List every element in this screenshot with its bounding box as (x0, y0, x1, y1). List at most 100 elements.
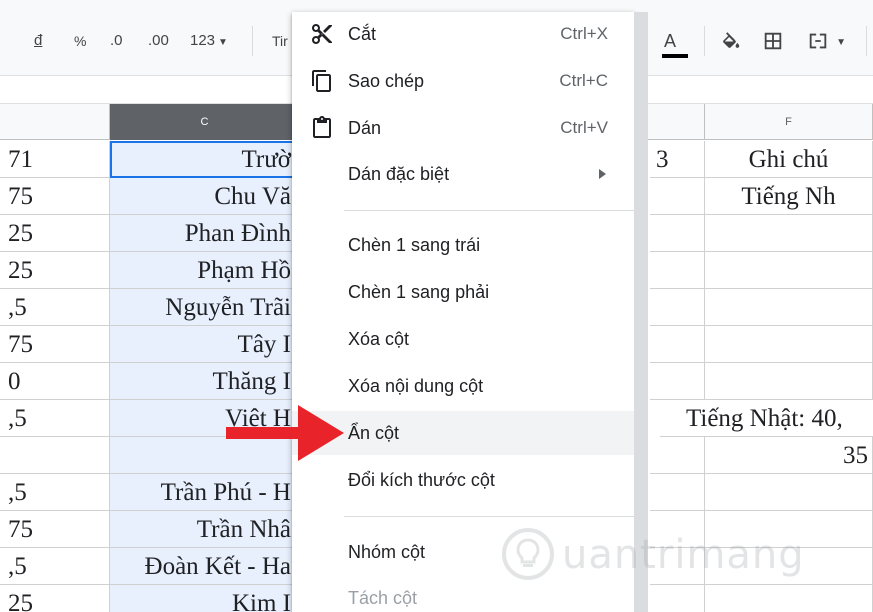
font-family-select[interactable]: Tir (272, 28, 288, 54)
menu-item-copy[interactable]: Sao chép Ctrl+C (292, 59, 634, 103)
menu-item-label: Chèn 1 sang phải (348, 282, 490, 302)
cell-f[interactable]: Tiếng Nh (705, 178, 873, 215)
cell-c[interactable]: Chu Vă (110, 178, 300, 215)
menu-item-delete-column[interactable]: Xóa cột (292, 317, 634, 361)
chevron-down-icon: ▼ (218, 37, 228, 48)
more-formats-label: 123 (190, 32, 216, 49)
toolbar-divider (704, 26, 705, 56)
cell-c[interactable]: Đoàn Kết - Ha (110, 548, 300, 585)
cell-b[interactable]: 25 (0, 252, 110, 289)
merge-cells-icon (809, 33, 827, 49)
menu-item-label: Xóa cột (348, 329, 410, 349)
menu-divider (344, 516, 634, 517)
cell-e[interactable]: 3 (650, 141, 705, 178)
cell-b[interactable]: 71 (0, 141, 110, 178)
cell-c[interactable]: Thăng I (110, 363, 300, 400)
cell-e[interactable] (650, 326, 705, 363)
more-formats-button[interactable]: 123 ▼ (190, 28, 228, 54)
paint-bucket-icon (723, 32, 740, 48)
cell-b[interactable]: 25 (0, 585, 110, 612)
shortcut-label: Ctrl+V (560, 118, 608, 137)
decrease-decimal-button[interactable]: .0 (110, 28, 123, 54)
cell-e[interactable] (650, 363, 705, 400)
cell-c[interactable]: Nguyễn Trãi (110, 289, 300, 326)
shortcut-label: Ctrl+X (560, 24, 608, 43)
increase-decimal-button[interactable]: .00 (148, 28, 169, 54)
toolbar-divider (866, 26, 867, 56)
cell-b[interactable]: 75 (0, 326, 110, 363)
column-header-c[interactable]: C (110, 104, 300, 140)
cell-c[interactable]: Phạm Hồ (110, 252, 300, 289)
menu-item-cut[interactable]: Cắt Ctrl+X (292, 12, 634, 56)
menu-item-label: Cắt (348, 24, 377, 44)
watermark-text: uantrimang (562, 532, 805, 578)
cell-b[interactable]: 75 (0, 511, 110, 548)
cell-c[interactable]: Kim I (110, 585, 300, 612)
menu-item-label: Dán (348, 118, 382, 138)
menu-item-label: Dán đặc biệt (348, 164, 450, 184)
cell-b[interactable]: 75 (0, 178, 110, 215)
cell-e[interactable] (650, 215, 705, 252)
red-arrow-icon (226, 405, 344, 461)
cell-b[interactable]: ,5 (0, 289, 110, 326)
column-header-f[interactable]: F (705, 104, 873, 140)
menu-item-paste[interactable]: Dán Ctrl+V (292, 106, 634, 150)
cell-f[interactable]: Tiếng Nhật: 40, (660, 400, 873, 437)
menu-divider (344, 210, 634, 211)
column-header-e[interactable] (650, 104, 705, 140)
cell-e[interactable] (650, 252, 705, 289)
lightbulb-logo-icon (502, 528, 554, 580)
menu-item-label: Ẩn cột (348, 423, 400, 443)
menu-item-label: Sao chép (348, 71, 425, 91)
watermark: uantrimang (500, 520, 830, 590)
merge-cells-button[interactable]: ▼ (806, 28, 846, 54)
clipboard-icon (313, 116, 331, 138)
cell-b[interactable] (0, 437, 110, 474)
cell-c[interactable]: Phan Đình (110, 215, 300, 252)
cell-f[interactable] (705, 289, 873, 326)
cell-b[interactable]: ,5 (0, 400, 110, 437)
currency-format-button[interactable]: đ (34, 28, 42, 54)
menu-item-label: Tách cột (348, 588, 418, 608)
cell-b[interactable]: 0 (0, 363, 110, 400)
percent-format-button[interactable]: % (74, 28, 86, 54)
submenu-arrow-icon (599, 169, 606, 179)
cell-f[interactable] (705, 326, 873, 363)
cell-f[interactable] (705, 474, 873, 511)
menu-item-insert-left[interactable]: Chèn 1 sang trái (292, 223, 634, 267)
borders-button[interactable] (762, 28, 784, 54)
toolbar-divider (252, 26, 253, 56)
borders-icon (764, 32, 782, 50)
shortcut-label: Ctrl+C (559, 71, 608, 90)
cell-e[interactable] (650, 437, 705, 474)
menu-item-label: Đổi kích thước cột (348, 470, 495, 490)
column-header-b[interactable] (0, 104, 110, 140)
cell-b[interactable]: ,5 (0, 548, 110, 585)
menu-item-label: Nhóm cột (348, 542, 426, 562)
cell-c[interactable]: Trần Phú - H (110, 474, 300, 511)
cell-f[interactable] (705, 252, 873, 289)
cell-c[interactable]: Tây I (110, 326, 300, 363)
menu-item-insert-right[interactable]: Chèn 1 sang phải (292, 270, 634, 314)
cell-c[interactable]: Trườ (110, 141, 300, 178)
cell-f[interactable]: 35 (705, 437, 873, 474)
cell-f[interactable]: Ghi chú (705, 141, 873, 178)
menu-item-label: Chèn 1 sang trái (348, 235, 481, 255)
cell-f[interactable] (705, 215, 873, 252)
cell-c[interactable]: Trần Nhâ (110, 511, 300, 548)
font-color-button[interactable]: A (664, 28, 676, 54)
cell-b[interactable]: ,5 (0, 474, 110, 511)
cell-f[interactable] (705, 363, 873, 400)
cell-e[interactable] (650, 289, 705, 326)
cell-e[interactable] (650, 474, 705, 511)
chevron-down-icon: ▼ (836, 37, 847, 48)
menu-item-paste-special[interactable]: Dán đặc biệt (292, 152, 634, 196)
scissors-icon (312, 24, 332, 44)
menu-item-resize-column[interactable]: Đổi kích thước cột (292, 458, 634, 502)
menu-item-label: Xóa nội dung cột (348, 376, 484, 396)
menu-item-clear-column[interactable]: Xóa nội dung cột (292, 364, 634, 408)
cell-e[interactable] (650, 178, 705, 215)
cell-b[interactable]: 25 (0, 215, 110, 252)
fill-color-button[interactable] (720, 28, 742, 54)
font-color-swatch (662, 54, 688, 58)
